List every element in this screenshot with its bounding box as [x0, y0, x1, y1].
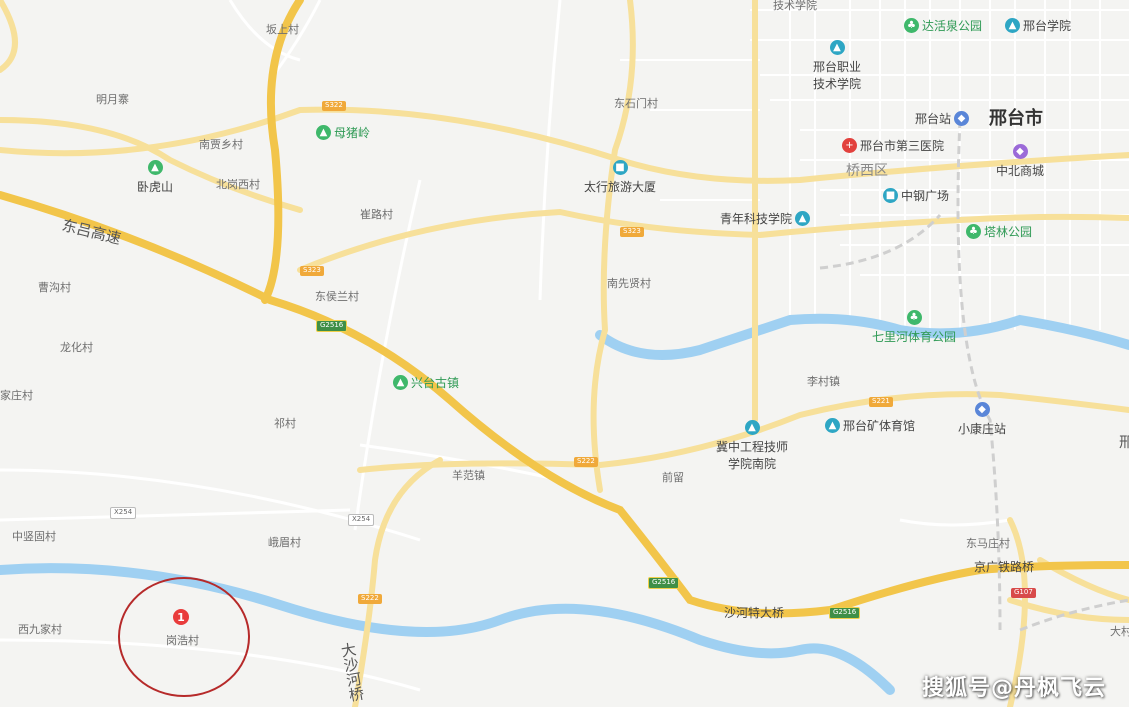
mountain-icon: ▲ [147, 160, 163, 175]
school-icon: ▲ [744, 420, 760, 435]
mountain-icon: ▲ [316, 125, 331, 140]
shield-g2516-south: G2516 [829, 607, 861, 619]
marker-pin-icon: 1 [173, 609, 189, 625]
label-xing-right: 邢 [1119, 435, 1129, 451]
poi-xingzhan[interactable]: 邢台站 ◆ [915, 110, 970, 127]
poi-wohushan[interactable]: ▲ 卧虎山 [137, 160, 173, 195]
shield-s222-south: S222 [358, 594, 382, 604]
poi-xingxue[interactable]: ▲ 邢台学院 [1005, 17, 1071, 34]
label-qiaoxi-district: 桥西区 [846, 163, 888, 179]
park-icon: ♣ [966, 224, 981, 239]
poi-qingnian[interactable]: 青年科技学院 ▲ [720, 210, 811, 227]
stadium-icon: ▲ [825, 418, 840, 433]
shield-g2516-mid: G2516 [648, 577, 680, 589]
school-icon: ▲ [795, 211, 811, 226]
label-caogou: 曹沟村 [38, 281, 71, 294]
label-top-jishu: 技术学院 [773, 0, 817, 12]
label-jingguang-bridge: 京广铁路桥 [974, 560, 1035, 574]
label-yangfan: 羊范镇 [452, 469, 485, 482]
label-longhua: 龙化村 [60, 341, 93, 354]
map-canvas[interactable]: 坂上村 明月寨 南贾乡村 北岗西村 崔路村 东侯兰村 曹沟村 龙化村 家庄村 祁… [0, 0, 1129, 707]
shopping-icon: ◆ [1012, 144, 1028, 159]
poi-sanyuan[interactable]: + 邢台市第三医院 [842, 137, 944, 154]
label-nanxianxian: 南先贤村 [607, 277, 651, 290]
label-houzhao: 峨眉村 [268, 536, 301, 549]
location-marker[interactable]: 1 [173, 609, 189, 625]
poi-talin[interactable]: ♣ 塔林公园 [966, 223, 1032, 240]
shield-s323-west: S323 [300, 266, 324, 276]
poi-taihang[interactable]: ■ 太行旅游大厦 [584, 160, 656, 195]
shield-g107: G107 [1011, 588, 1036, 598]
shield-s222-north: S222 [574, 457, 598, 467]
shield-g2516-north: G2516 [316, 320, 348, 332]
poi-dahuo[interactable]: ♣ 达活泉公园 [904, 17, 982, 34]
label-licun: 李村镇 [807, 375, 840, 388]
shield-s322: S322 [322, 101, 346, 111]
label-zhongjiangu: 中竖固村 [12, 530, 56, 543]
label-mingyuezhai: 明月寨 [96, 93, 129, 106]
label-poshang: 坂上村 [266, 23, 299, 36]
label-dongma: 东马庄村 [966, 537, 1010, 550]
label-xijiujia: 西九家村 [18, 623, 62, 636]
label-cuilu: 崔路村 [360, 208, 393, 221]
poi-kuangti[interactable]: ▲ 邢台矿体育馆 [825, 417, 915, 434]
train-station-icon: ◆ [974, 402, 990, 417]
label-qi: 祁村 [274, 417, 296, 430]
shield-s323-east: S323 [620, 227, 644, 237]
watermark: 搜狐号@丹枫飞云 [922, 676, 1107, 701]
school-icon: ▲ [1005, 18, 1020, 33]
shield-x254-west: X254 [110, 507, 137, 519]
label-dongshimen: 东石门村 [614, 97, 658, 110]
poi-jizhong[interactable]: ▲ 冀中工程技师 学院南院 [716, 420, 788, 472]
label-shahe-bridge: 沙河特大桥 [724, 606, 785, 620]
poi-zhongbei[interactable]: ◆ 中北商城 [996, 144, 1044, 179]
hospital-icon: + [842, 138, 857, 153]
railways [819, 119, 1129, 632]
label-xingtai-city: 邢台市 [989, 108, 1043, 129]
poi-xingtai-gu[interactable]: ▲ 兴台古镇 [393, 374, 459, 391]
poi-xiaokang[interactable]: ◆ 小康庄站 [958, 402, 1006, 437]
train-station-icon: ◆ [954, 111, 970, 126]
label-donghoulan: 东侯兰村 [315, 290, 359, 303]
poi-qilihe[interactable]: ♣ 七里河体育公园 [872, 310, 956, 345]
building-icon: ■ [612, 160, 628, 175]
park-icon: ♣ [904, 18, 919, 33]
label-qianliu: 前留 [662, 471, 684, 484]
scenic-icon: ▲ [393, 375, 408, 390]
poi-zhonggang[interactable]: ■ 中钢广场 [883, 187, 949, 204]
label-beigangxi: 北岗西村 [216, 178, 260, 191]
shield-x254-east: X254 [348, 514, 375, 526]
park-icon: ♣ [906, 310, 922, 325]
plaza-icon: ■ [883, 188, 898, 203]
poi-muzhuling[interactable]: ▲ 母猪岭 [316, 124, 370, 141]
school-icon: ▲ [829, 40, 845, 55]
label-gangjie: 岗浩村 [166, 634, 199, 647]
label-nanjiaxiang: 南贾乡村 [199, 138, 243, 151]
label-dagao: 大村 [1110, 625, 1129, 638]
label-jiazhuang: 家庄村 [0, 389, 33, 402]
poi-zhiye[interactable]: ▲ 邢台职业 技术学院 [813, 40, 861, 92]
shield-s221: S221 [869, 397, 893, 407]
